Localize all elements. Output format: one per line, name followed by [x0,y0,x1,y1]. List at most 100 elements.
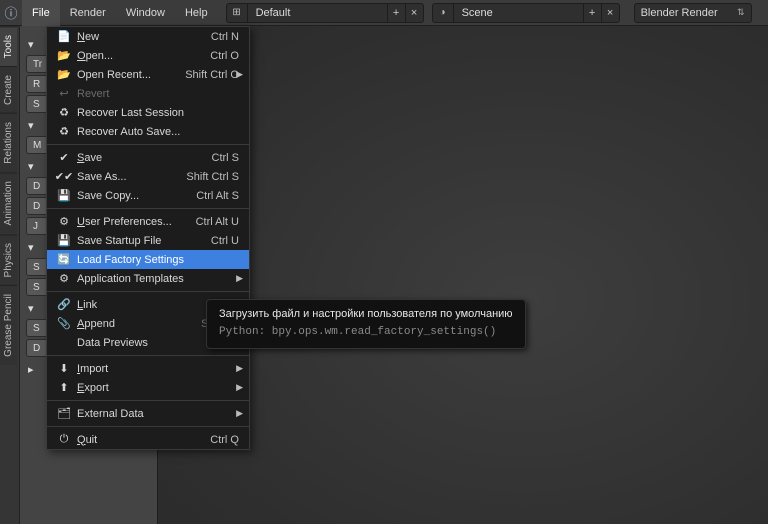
recover-icon: ♻ [55,125,73,138]
menu-item-label: Import [73,363,241,375]
render-engine-label: Blender Render [641,7,718,19]
file-menu-dropdown: 📄NewCtrl N📂Open...Ctrl O📂Open Recent...S… [46,26,250,450]
save-icon: 💾 [55,234,73,247]
menu-item-save[interactable]: ✔SaveCtrl S [47,148,249,167]
menu-shortcut: Ctrl Alt S [196,190,241,202]
external-icon: 🗂 [55,407,73,420]
scene-field-group: ◑ Scene + × [432,3,620,23]
menu-item-label: Open... [73,50,210,62]
check-icon: ✔ [55,151,73,164]
scene-name-field[interactable]: Scene [454,3,584,23]
save-icon: 💾 [55,189,73,202]
check2-icon: ✔✔ [55,170,73,183]
menu-item-label: Save Copy... [73,190,196,202]
layout-name-field[interactable]: Default [248,3,388,23]
menu-item-label: External Data [73,408,241,420]
export-icon: ⬆ [55,381,73,394]
menu-item-open-recent[interactable]: 📂Open Recent...Shift Ctrl O▶ [47,65,249,84]
submenu-arrow-icon: ▶ [236,363,243,374]
menu-item-label: Export [73,382,241,394]
menu-shortcut: Ctrl Q [210,434,241,446]
menu-shortcut: Shift Ctrl S [186,171,241,183]
vtab-animation[interactable]: Animation [0,172,17,233]
link-icon: 🔗 [55,298,73,311]
vtab-relations[interactable]: Relations [0,113,17,172]
menu-item-load-factory-settings[interactable]: 🔄Load Factory Settings [47,250,249,269]
layout-add-button[interactable]: + [388,3,406,23]
menu-shortcut: Shift Ctrl O [185,69,241,81]
append-icon: 📎 [55,317,73,330]
vtab-grease-pencil[interactable]: Grease Pencil [0,285,17,365]
menu-item-label: Save As... [73,171,186,183]
menu-item-new[interactable]: 📄NewCtrl N [47,27,249,46]
layout-delete-button[interactable]: × [406,3,424,23]
menu-item-label: Revert [73,88,241,100]
menu-help[interactable]: Help [175,0,218,26]
menu-item-recover-auto-save[interactable]: ♻Recover Auto Save... [47,122,249,141]
menu-separator [47,426,249,427]
vtab-create[interactable]: Create [0,66,17,113]
menu-separator [47,291,249,292]
quit-icon: ⏻ [55,433,73,446]
menu-separator [47,355,249,356]
render-engine-dropdown[interactable]: Blender Render ⇅ [634,3,752,23]
submenu-arrow-icon: ▶ [236,382,243,393]
menu-separator [47,144,249,145]
menu-item-external-data[interactable]: 🗂External Data▶ [47,404,249,423]
revert-icon: ↩ [55,87,73,100]
menu-shortcut: Ctrl U [211,235,241,247]
tooltip-title: Загрузить файл и настройки пользователя … [219,308,513,320]
screen-layout-field-group: ⊞ Default + × [226,3,424,23]
menu-shortcut: Ctrl Alt U [196,216,241,228]
tooltip: Загрузить файл и настройки пользователя … [206,299,526,349]
vtab-tools[interactable]: Tools [0,26,17,66]
menu-render[interactable]: Render [60,0,116,26]
menu-item-user-preferences[interactable]: ⚙User Preferences...Ctrl Alt U [47,212,249,231]
menu-item-save-copy[interactable]: 💾Save Copy...Ctrl Alt S [47,186,249,205]
menu-shortcut: Ctrl N [211,31,241,43]
menu-item-label: Save [73,152,212,164]
menu-item-export[interactable]: ⬆Export▶ [47,378,249,397]
submenu-arrow-icon: ▶ [236,273,243,284]
menu-item-label: Save Startup File [73,235,211,247]
vtab-physics[interactable]: Physics [0,234,17,285]
menu-item-quit[interactable]: ⏻QuitCtrl Q [47,430,249,449]
menu-item-application-templates[interactable]: ⚙Application Templates▶ [47,269,249,288]
menu-item-label: Recover Last Session [73,107,241,119]
menu-separator [47,400,249,401]
menu-shortcut: Ctrl S [212,152,242,164]
folder-icon: 📂 [55,49,73,62]
chevron-updown-icon: ⇅ [737,7,745,18]
menu-shortcut: Ctrl O [210,50,241,62]
scene-browse-icon[interactable]: ◑ [432,3,454,23]
menu-item-save-startup-file[interactable]: 💾Save Startup FileCtrl U [47,231,249,250]
recover-icon: ♻ [55,106,73,119]
layout-browse-icon[interactable]: ⊞ [226,3,248,23]
submenu-arrow-icon: ▶ [236,408,243,419]
menu-item-label: New [73,31,211,43]
menu-file[interactable]: File [22,0,60,26]
menu-item-save-as[interactable]: ✔✔Save As...Shift Ctrl S [47,167,249,186]
info-editor-icon[interactable]: ⓘ [0,2,22,24]
menu-item-label: Load Factory Settings [73,254,241,266]
import-icon: ⬇ [55,362,73,375]
scene-add-button[interactable]: + [584,3,602,23]
scene-delete-button[interactable]: × [602,3,620,23]
menu-separator [47,208,249,209]
menu-item-open[interactable]: 📂Open...Ctrl O [47,46,249,65]
menu-item-recover-last-session[interactable]: ♻Recover Last Session [47,103,249,122]
doc-icon: 📄 [55,30,73,43]
menu-item-label: Append [73,318,201,330]
load-icon: 🔄 [55,253,73,266]
menu-item-label: Recover Auto Save... [73,126,241,138]
top-header: ⓘ File Render Window Help ⊞ Default + × … [0,0,768,26]
menu-item-label: Open Recent... [73,69,185,81]
menu-window[interactable]: Window [116,0,175,26]
tool-shelf-tabs: Tools Create Relations Animation Physics… [0,26,20,524]
menu-item-import[interactable]: ⬇Import▶ [47,359,249,378]
menu-item-label: Quit [73,434,210,446]
tooltip-python: Python: bpy.ops.wm.read_factory_settings… [219,326,513,338]
prefs-icon: ⚙ [55,215,73,228]
menu-item-label: Application Templates [73,273,241,285]
folder-icon: 📂 [55,68,73,81]
